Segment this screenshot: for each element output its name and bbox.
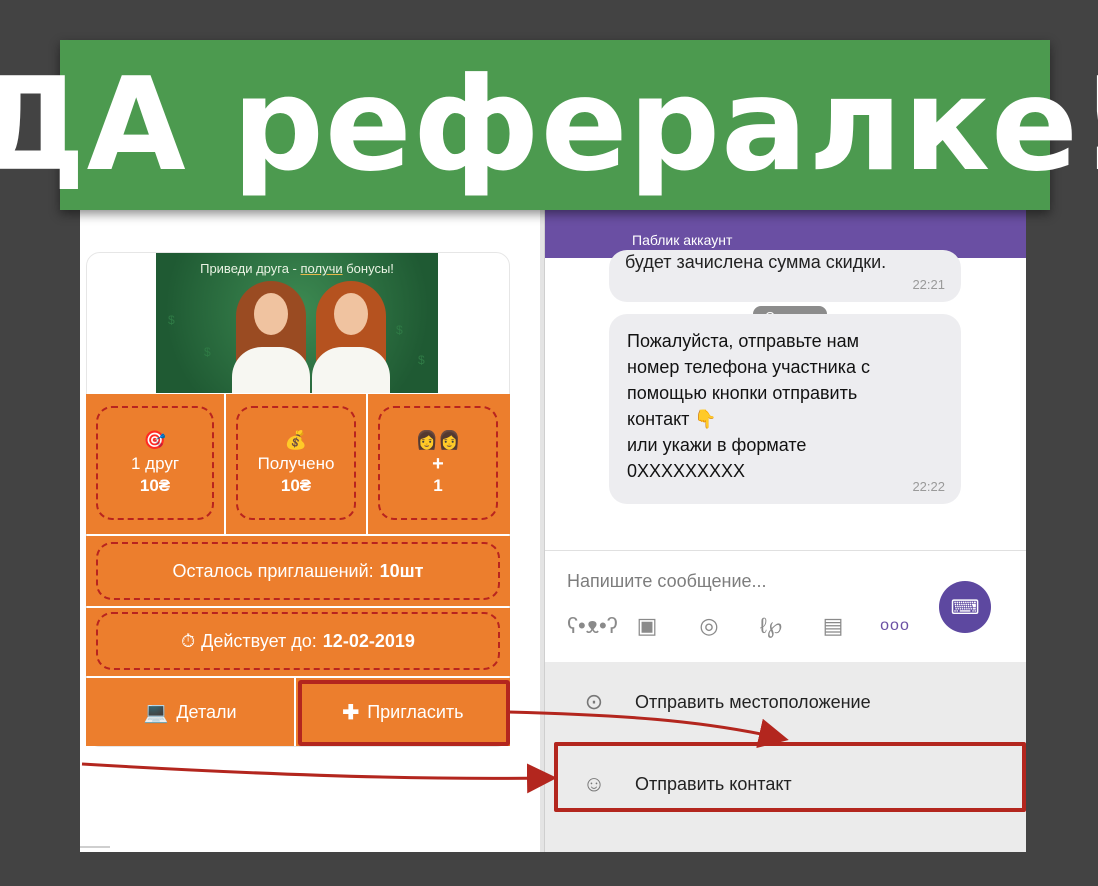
invite-highlight-box: [298, 680, 510, 746]
dollar-pattern-icon: $: [168, 313, 175, 327]
message-input[interactable]: Напишите сообщение...: [567, 571, 767, 592]
chat-messages: будет зачислена сумма скидки. 22:21 Сего…: [545, 250, 1026, 550]
message-line: номер телефона участника с: [627, 357, 870, 377]
keyboard-icon: ⌨: [950, 596, 980, 619]
scrollbar-hint: [80, 846, 110, 848]
message-line: 0XXXXXXXXX: [627, 461, 746, 481]
location-pin-icon: ⊙: [584, 689, 604, 714]
stat-value: 1: [433, 476, 443, 495]
stat-label: 1 друг: [130, 454, 180, 473]
doodle-icon[interactable]: ℓ℘: [753, 613, 789, 639]
message-composer: Напишите сообщение... ʕ•ᴥ•ʔ ▣ ◎ ℓ℘ ▤ ooo…: [545, 550, 1026, 662]
message-line: помощью кнопки отправить: [627, 383, 858, 403]
dollar-pattern-icon: $: [204, 345, 211, 359]
stopwatch-icon: ⏱: [181, 630, 196, 651]
dollar-pattern-icon: $: [418, 353, 425, 367]
message-time: 22:21: [912, 277, 945, 292]
promo-banner-image: Приведи друга - получи бонусы! $ $ $ $: [156, 253, 438, 393]
sticker-icon[interactable]: ʕ•ᴥ•ʔ: [567, 613, 618, 639]
stat-value: 10₴: [280, 476, 312, 495]
details-label: Детали: [176, 701, 237, 722]
composer-toolbar: ʕ•ᴥ•ʔ ▣ ◎ ℓ℘ ▤ ooo: [567, 613, 913, 639]
target-icon: 🎯: [143, 430, 167, 450]
stat-label: Получено: [257, 454, 335, 473]
money-bag-icon: 💰: [284, 430, 308, 450]
stat-friends-box: 🎯 1 друг 10₴: [86, 394, 224, 534]
promo-text: Приведи друга - получи бонусы!: [200, 261, 394, 276]
files-icon[interactable]: ▤: [815, 613, 851, 639]
camera-icon[interactable]: ◎: [691, 613, 727, 639]
referral-widget-panel: Приведи друга - получи бонусы! $ $ $ $ 🎯…: [80, 210, 540, 852]
screenshot-composite: Приведи друга - получи бонусы! $ $ $ $ 🎯…: [80, 210, 1026, 852]
send-location-label: Отправить местоположение: [635, 691, 871, 712]
laptop-icon: 💻: [143, 701, 169, 724]
title-banner: ДА рефералке!: [0, 40, 1098, 210]
message-bubble: Пожалуйста, отправьте нам номер телефона…: [609, 314, 961, 504]
send-location-item[interactable]: ⊙ Отправить местоположение: [545, 672, 1026, 732]
valid-date: 12-02-2019: [322, 630, 415, 651]
remaining-value: 10шт: [379, 560, 424, 581]
gallery-icon[interactable]: ▣: [629, 613, 665, 639]
message-line: контакт 👇: [627, 409, 717, 429]
people-icon: 👩‍👩: [415, 430, 461, 450]
page-title: ДА рефералке!: [0, 50, 1098, 200]
stat-value: 10₴: [139, 476, 171, 495]
remaining-label: Осталось приглашений:: [172, 560, 374, 581]
message-line: или укажи в формате: [627, 435, 807, 455]
details-button[interactable]: 💻 Детали: [86, 678, 294, 746]
contact-highlight-box: [554, 742, 1026, 812]
stat-received-box: 💰 Получено 10₴: [226, 394, 366, 534]
keyboard-button[interactable]: ⌨: [939, 581, 991, 633]
remaining-invites-row: Осталось приглашений: 10шт: [86, 536, 510, 606]
more-icon[interactable]: ooo: [877, 617, 913, 635]
girl-illustration: [306, 275, 396, 393]
dollar-pattern-icon: $: [396, 323, 403, 337]
message-bubble: будет зачислена сумма скидки. 22:21: [609, 250, 961, 302]
header-subtitle: Паблик аккаунт: [632, 232, 733, 248]
message-time: 22:22: [912, 479, 945, 494]
stat-plus-box: 👩‍👩 + 1: [368, 394, 510, 534]
girl-illustration: [226, 275, 316, 393]
valid-label: Действует до:: [201, 630, 317, 651]
message-line: Пожалуйста, отправьте нам: [627, 331, 859, 351]
valid-until-row: ⏱ Действует до: 12-02-2019: [86, 608, 510, 676]
plus-sign: +: [432, 453, 444, 475]
message-text: будет зачислена сумма скидки.: [625, 252, 887, 272]
